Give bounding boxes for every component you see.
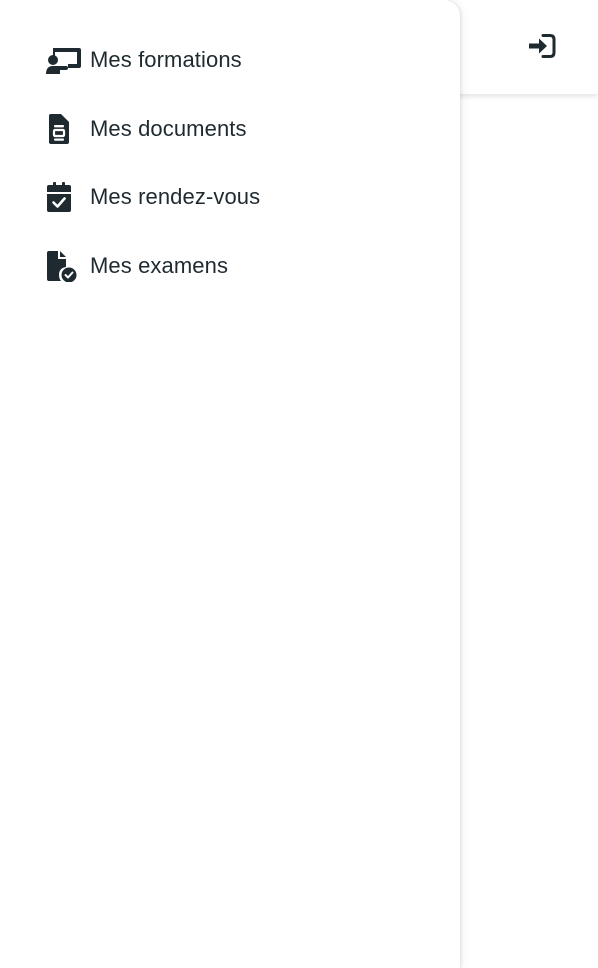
menu-item-label: Mes formations — [90, 47, 242, 72]
calendar-check-icon — [46, 179, 82, 215]
login-button[interactable] — [527, 31, 557, 61]
menu-item-formations[interactable]: Mes formations — [46, 40, 426, 80]
menu-item-documents[interactable]: Mes documents — [46, 109, 426, 149]
sign-in-icon — [529, 34, 556, 58]
menu-item-label: Mes rendez-vous — [90, 184, 261, 209]
menu-item-label: Mes examens — [90, 252, 229, 278]
menu-item-label: Mes documents — [90, 115, 247, 141]
drawer-menu: Mes formations Mes documents Mes rendez-… — [46, 40, 426, 314]
menu-item-examens[interactable]: Mes examens — [46, 246, 426, 286]
page: Mes formations Mes documents Mes rendez-… — [0, 0, 598, 968]
document-icon — [46, 111, 82, 147]
navigation-drawer: Mes formations Mes documents Mes rendez-… — [0, 0, 460, 968]
file-check-icon — [46, 248, 82, 284]
chalkboard-teacher-icon — [46, 42, 82, 78]
menu-item-rendez-vous[interactable]: Mes rendez-vous — [46, 177, 426, 217]
